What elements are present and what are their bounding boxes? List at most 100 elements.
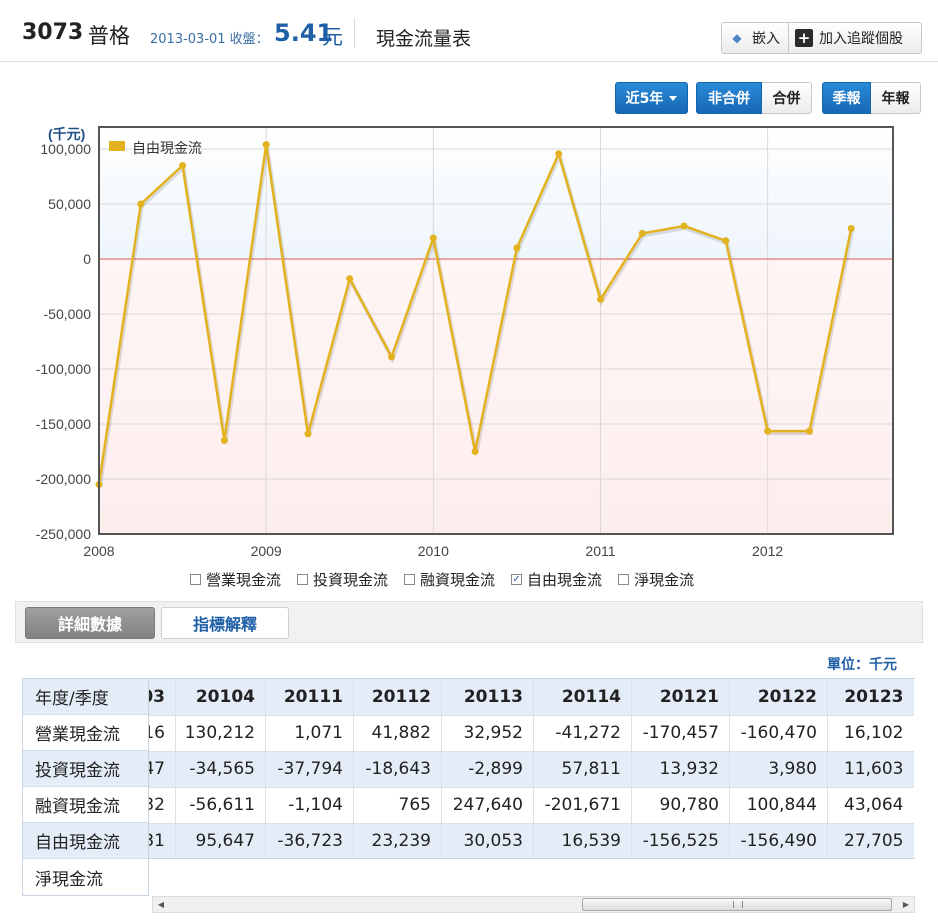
data-point[interactable]: [805, 427, 813, 435]
data-point[interactable]: [137, 200, 145, 208]
table-cell: -201,671: [533, 787, 632, 824]
series-toggle-investing[interactable]: 投資現金流: [297, 568, 388, 590]
column-header: 20111: [265, 679, 354, 716]
stock-name: 普格: [88, 24, 130, 48]
series-toggle-label: 營業現金流: [206, 570, 282, 589]
scroll-left-arrow-icon[interactable]: ◀: [153, 897, 169, 912]
data-point[interactable]: [471, 448, 479, 455]
yearly-toggle[interactable]: 年報: [871, 82, 921, 114]
table-cell: -156,490: [729, 823, 828, 858]
quote-date: 2013-03-01 收盤：: [150, 32, 269, 47]
checkbox-financing[interactable]: [404, 573, 416, 585]
table-scroll-area[interactable]: 2010320104201112011220113201142012120122…: [149, 678, 915, 859]
table-cell: 31: [149, 823, 176, 858]
table-cell: 32: [149, 787, 176, 824]
table-cell: -170,457: [631, 715, 730, 752]
data-point[interactable]: [555, 150, 563, 158]
checkbox-net[interactable]: [618, 573, 630, 585]
table-cell: -37,794: [265, 751, 354, 788]
table-cell: -18,643: [353, 751, 442, 788]
data-point[interactable]: [638, 229, 646, 237]
series-toggles: 營業現金流 投資現金流 融資現金流 ✓ 自由現金流 淨現金流: [190, 568, 694, 590]
column-header: 20113: [441, 679, 534, 716]
data-point[interactable]: [847, 225, 855, 233]
horizontal-scrollbar[interactable]: ◀ ▶: [152, 896, 915, 913]
series-toggle-free[interactable]: ✓ 自由現金流: [511, 568, 602, 590]
y-tick-label: 0: [83, 251, 91, 267]
table-cell: 23,239: [353, 823, 442, 858]
stock-code: 3073: [22, 20, 84, 45]
data-point[interactable]: [179, 162, 187, 169]
scrollbar-grip: [733, 901, 743, 908]
table-cell: -36,723: [265, 823, 354, 858]
row-header-column: 年度/季度 營業現金流 投資現金流 融資現金流 自由現金流 淨現金流: [22, 678, 149, 896]
checkbox-operating[interactable]: [190, 573, 201, 585]
data-point[interactable]: [262, 141, 270, 149]
data-point[interactable]: [220, 437, 228, 444]
table-cell: 100,844: [729, 787, 828, 824]
table-cell: 47: [149, 751, 176, 788]
chevron-down-icon: [669, 95, 678, 101]
x-tick-label: 2009: [251, 543, 282, 559]
table-cell: 43,064: [827, 787, 914, 824]
y-tick-label: 50,000: [48, 196, 91, 212]
series-toggle-label: 融資現金流: [420, 570, 496, 589]
unit-label: 單位：千元: [827, 657, 897, 673]
table-cell: 32,952: [441, 715, 534, 752]
data-point[interactable]: [722, 237, 730, 245]
series-toggle-operating[interactable]: 營業現金流: [190, 568, 281, 590]
y-tick-label: 100,000: [40, 141, 91, 157]
series-toggle-label: 淨現金流: [634, 570, 695, 589]
table-cell: 11,603: [827, 751, 914, 788]
free-cash-flow-chart: 100,000 50,000 0 -50,000 -100,000 -150,000 -20…: [36, 126, 894, 559]
data-table: 年度/季度 營業現金流投資現金流融資現金流自由現金流淨現金流 201032010…: [22, 678, 915, 896]
nonconsolidated-toggle[interactable]: 非合併: [696, 82, 762, 114]
scrollbar-thumb[interactable]: [582, 898, 892, 911]
range-dropdown-label: 近5年: [625, 91, 664, 107]
x-tick-label: 2012: [752, 543, 783, 559]
header-divider: [354, 18, 355, 48]
data-point[interactable]: [596, 295, 604, 303]
data-point[interactable]: [764, 427, 772, 435]
scroll-right-arrow-icon[interactable]: ▶: [898, 897, 914, 912]
data-grid: 2010320104201112011220113201142012120122…: [149, 679, 914, 858]
data-point[interactable]: [680, 222, 688, 230]
series-toggle-net[interactable]: 淨現金流: [618, 568, 694, 590]
add-to-watchlist-button[interactable]: + 加入追蹤個股: [789, 22, 922, 54]
data-point[interactable]: [388, 353, 396, 361]
table-cell: 95,647: [175, 823, 266, 858]
tab-indicator-explanation[interactable]: 指標解釋: [161, 607, 289, 639]
column-header: 20104: [175, 679, 266, 716]
table-cell: -1,104: [265, 787, 354, 824]
table-cell: 90,780: [631, 787, 730, 824]
data-point[interactable]: [429, 234, 437, 242]
page-title: 現金流量表: [376, 28, 472, 50]
consolidated-toggle[interactable]: 合併: [762, 82, 812, 114]
row-header-title: 年度/季度: [23, 679, 148, 715]
legend-swatch: [109, 141, 125, 151]
tab-detail-data[interactable]: 詳細數據: [25, 607, 155, 639]
y-tick-label: -100,000: [36, 361, 91, 377]
checkbox-investing[interactable]: [297, 573, 309, 585]
row-label: 自由現金流: [23, 823, 148, 859]
table-cell: -41,272: [533, 715, 632, 752]
tab-bar: 詳細數據 指標解釋: [15, 601, 923, 643]
quarterly-toggle[interactable]: 季報: [822, 82, 871, 114]
series-toggle-financing[interactable]: 融資現金流: [404, 568, 495, 590]
table-cell: 1,071: [265, 715, 354, 752]
data-point[interactable]: [304, 430, 312, 438]
table-cell: -160,470: [729, 715, 828, 752]
series-toggle-label: 投資現金流: [313, 570, 389, 589]
checkbox-free[interactable]: ✓: [511, 573, 523, 585]
embed-button[interactable]: ◆ 嵌入: [721, 22, 789, 54]
embed-button-label: 嵌入: [752, 31, 780, 47]
y-axis: 100,000 50,000 0 -50,000 -100,000 -150,000 -20…: [36, 141, 91, 542]
data-point[interactable]: [346, 275, 354, 283]
data-point[interactable]: [513, 244, 521, 252]
plus-icon: +: [795, 29, 813, 47]
range-dropdown[interactable]: 近5年: [615, 82, 688, 114]
row-label: 投資現金流: [23, 751, 148, 787]
y-axis-label: (千元): [48, 126, 85, 142]
row-label: 營業現金流: [23, 715, 148, 751]
table-cell: 247,640: [441, 787, 534, 824]
